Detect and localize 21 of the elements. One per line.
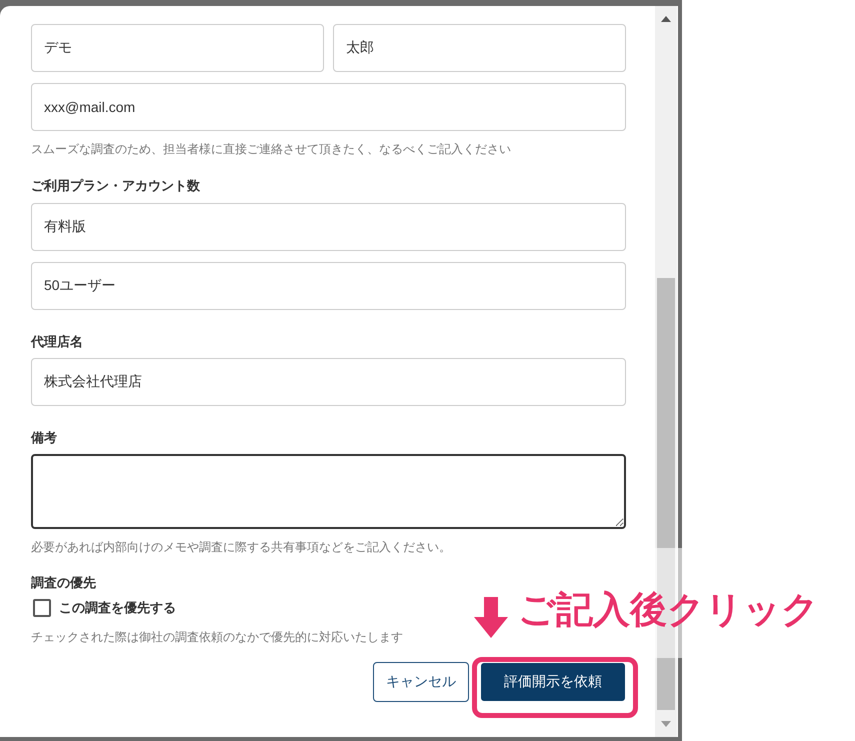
request-button[interactable]: 評価開示を依頼: [480, 662, 626, 702]
last-name-field[interactable]: デモ: [31, 24, 324, 72]
agency-field[interactable]: 株式会社代理店: [31, 358, 626, 406]
priority-checkbox-label[interactable]: この調査を優先する: [59, 598, 176, 618]
priority-hint: チェックされた際は御社の調査依頼のなかで優先的に対応いたします: [31, 628, 404, 646]
annotation-text: ご記入後クリック: [518, 588, 819, 632]
notes-hint: 必要があれば内部向けのメモや調査に際する共有事項などをご記入ください。: [31, 539, 452, 556]
down-arrow-icon: [473, 597, 509, 639]
first-name-field[interactable]: 太郎: [333, 24, 626, 72]
priority-checkbox[interactable]: [33, 598, 51, 617]
priority-label: 調査の優先: [31, 574, 97, 592]
contact-hint: スムーズな調査のため、担当者様に直接ご連絡させて頂きたく、なるべくご記入ください: [31, 141, 512, 158]
notes-field[interactable]: [31, 454, 626, 529]
scroll-up-icon[interactable]: [661, 16, 671, 22]
agency-label: 代理店名: [31, 333, 84, 351]
plan-label: ご利用プラン・アカウント数: [31, 177, 201, 195]
notes-label: 備考: [31, 429, 58, 447]
cancel-button[interactable]: キャンセル: [373, 662, 469, 702]
accounts-field[interactable]: 50ユーザー: [31, 262, 626, 310]
plan-field[interactable]: 有料版: [31, 203, 626, 251]
email-field[interactable]: xxx@mail.com: [31, 83, 626, 131]
